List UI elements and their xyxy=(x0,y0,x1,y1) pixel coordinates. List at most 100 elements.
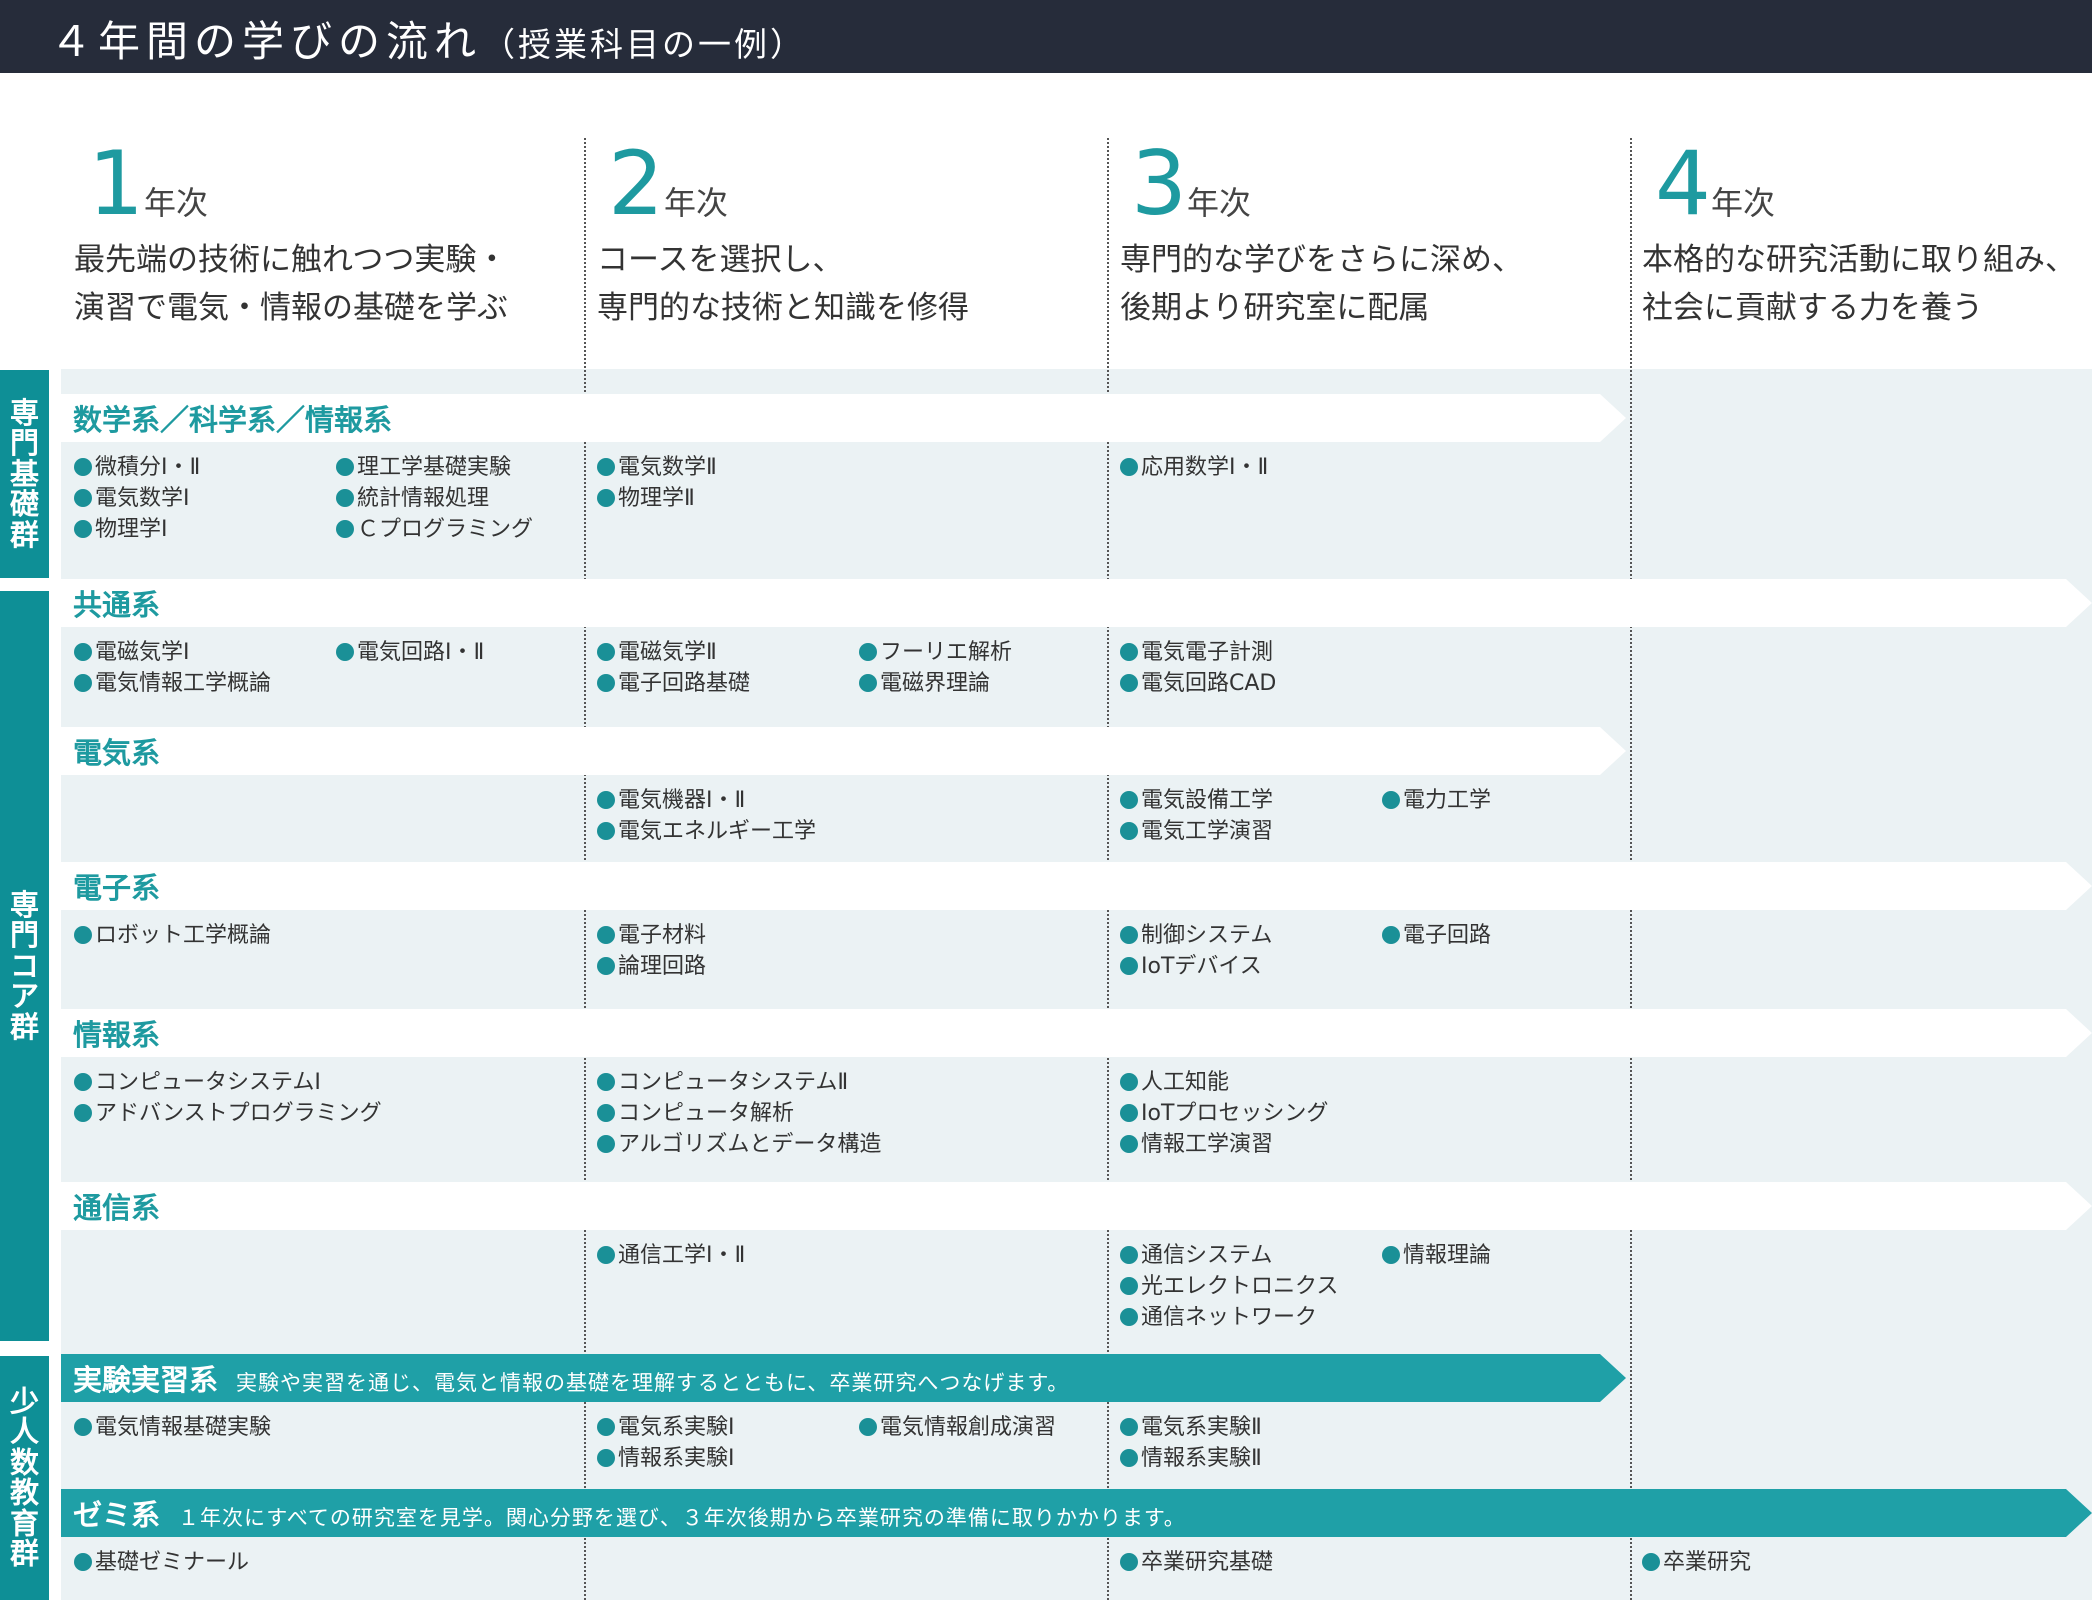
year-3-header: 3年次 xyxy=(1131,140,1251,228)
course-name: 電気数学Ⅰ xyxy=(95,486,190,511)
year-number: 1 xyxy=(88,132,144,235)
page-title-main: ４年間の学びの流れ xyxy=(50,17,483,66)
course-name: 光エレクトロニクス xyxy=(1141,1274,1339,1299)
arrow-tip-shape xyxy=(1600,727,1626,775)
bullet-dot-icon xyxy=(74,1073,92,1091)
course-item: 人工知能 xyxy=(1120,1068,1229,1098)
bullet-dot-icon xyxy=(1120,1135,1138,1153)
course-name: 卒業研究 xyxy=(1663,1550,1752,1575)
course-name: 電気エネルギー工学 xyxy=(618,819,817,844)
bullet-dot-icon xyxy=(336,520,354,538)
category-label: 通信系 xyxy=(73,1185,160,1227)
bullet-dot-icon xyxy=(1120,791,1138,809)
course-item: 統計情報処理 xyxy=(336,484,489,514)
bullet-dot-icon xyxy=(597,1449,615,1467)
course-name: 電子回路基礎 xyxy=(618,671,751,696)
course-panel xyxy=(61,369,2092,1600)
category-bar: 数学系／科学系／情報系 xyxy=(61,394,1626,442)
group-label-basic: 専門基礎群 xyxy=(0,370,49,578)
course-item: 情報系実験Ⅱ xyxy=(1120,1444,1262,1474)
course-item: 電磁気学Ⅰ xyxy=(74,638,190,668)
bullet-dot-icon xyxy=(597,489,615,507)
group-label-char: 門 xyxy=(9,918,39,953)
bullet-dot-icon xyxy=(1120,822,1138,840)
bullet-dot-icon xyxy=(597,926,615,944)
category-label: 情報系 xyxy=(73,1012,160,1054)
year-3-description: 専門的な学びをさらに深め、 後期より研究室に配属 xyxy=(1120,236,1523,332)
course-name: 電気系実験Ⅰ xyxy=(618,1415,735,1440)
group-label-text: 専門基礎群 xyxy=(0,397,49,550)
category-label: ゼミ系 １年次にすべての研究室を見学。関心分野を選び、３年次後期から卒業研究の準備… xyxy=(73,1492,1186,1534)
course-name: 微積分Ⅰ・Ⅱ xyxy=(95,455,201,480)
course-item: 電子材料 xyxy=(597,921,706,951)
bullet-dot-icon xyxy=(597,458,615,476)
group-label-char: 群 xyxy=(9,1536,39,1571)
category-arrow-tip xyxy=(1600,394,1626,442)
course-item: 微積分Ⅰ・Ⅱ xyxy=(74,453,200,483)
group-label-char: 教 xyxy=(9,1476,39,1510)
bullet-dot-icon xyxy=(1382,926,1400,944)
course-name: 電気電子計測 xyxy=(1141,640,1274,665)
bullet-dot-icon xyxy=(1120,1553,1138,1571)
course-name: 電子回路 xyxy=(1403,923,1492,948)
course-item: 電気数学Ⅰ xyxy=(74,484,190,514)
bullet-dot-icon xyxy=(74,458,92,476)
category-arrow-tip xyxy=(2066,1009,2092,1057)
category-title: 共通系 xyxy=(73,588,161,622)
year-1-header: 1年次 xyxy=(88,140,208,228)
year-desc-line: コースを選択し、 xyxy=(597,242,844,278)
course-item: 光エレクトロニクス xyxy=(1120,1272,1338,1302)
year-2-header: 2年次 xyxy=(608,140,728,228)
bullet-dot-icon xyxy=(859,1418,877,1436)
course-item: 電気設備工学 xyxy=(1120,786,1273,816)
course-name: 情報系実験Ⅰ xyxy=(618,1446,735,1471)
category-description: １年次にすべての研究室を見学。関心分野を選び、３年次後期から卒業研究の準備に取り… xyxy=(178,1506,1186,1530)
group-label-char: 礎 xyxy=(9,487,39,522)
course-name: コンピュータシステムⅡ xyxy=(618,1070,849,1095)
bullet-dot-icon xyxy=(1120,1246,1138,1264)
bullet-dot-icon xyxy=(859,643,877,661)
category-arrow-tip xyxy=(1600,727,1626,775)
bullet-dot-icon xyxy=(1120,957,1138,975)
course-item: 電磁気学Ⅱ xyxy=(597,638,717,668)
course-item: 電力工学 xyxy=(1382,786,1491,816)
group-label-char: 門 xyxy=(9,426,39,461)
bullet-dot-icon xyxy=(1120,1308,1138,1326)
course-name: IoTデバイス xyxy=(1141,954,1262,979)
course-item: 理工学基礎実験 xyxy=(336,453,511,483)
course-item: 電気機器Ⅰ・Ⅱ xyxy=(597,786,745,816)
course-item: 電気回路Ⅰ・Ⅱ xyxy=(336,638,484,668)
course-item: 制御システム xyxy=(1120,921,1272,951)
category-label: 共通系 xyxy=(73,582,160,624)
category-label: 実験実習系 実験や実習を通じ、電気と情報の基礎を理解するとともに、卒業研究へつなげ… xyxy=(73,1357,1069,1399)
course-item: コンピュータシステムⅡ xyxy=(597,1068,848,1098)
category-title: 実験実習系 xyxy=(73,1363,219,1397)
course-name: 物理学Ⅰ xyxy=(95,517,168,542)
course-name: 通信ネットワーク xyxy=(1141,1305,1318,1330)
year-4-description: 本格的な研究活動に取り組み、 社会に貢献する力を養う xyxy=(1642,236,2076,332)
bullet-dot-icon xyxy=(597,674,615,692)
group-label-char: ア xyxy=(9,979,39,1014)
arrow-tip-shape xyxy=(2066,1182,2092,1230)
course-name: 電力工学 xyxy=(1403,788,1492,813)
course-name: 統計情報処理 xyxy=(357,486,490,511)
year-suffix: 年次 xyxy=(1711,184,1776,222)
course-item: 電気情報工学概論 xyxy=(74,669,271,699)
course-name: 情報工学演習 xyxy=(1141,1132,1274,1157)
category-title: 情報系 xyxy=(73,1018,161,1052)
course-item: 情報理論 xyxy=(1382,1241,1491,1271)
category-arrow-tip xyxy=(2066,1182,2092,1230)
course-name: アドバンストプログラミング xyxy=(95,1101,382,1126)
course-name: 電気回路CAD xyxy=(1141,671,1277,696)
bullet-dot-icon xyxy=(74,643,92,661)
year-desc-line: 専門的な技術と知識を修得 xyxy=(597,290,969,326)
course-item: 電気回路CAD xyxy=(1120,669,1276,699)
course-name: 理工学基礎実験 xyxy=(357,455,512,480)
bullet-dot-icon xyxy=(1120,674,1138,692)
course-item: 通信ネットワーク xyxy=(1120,1303,1317,1333)
course-item: ロボット工学概論 xyxy=(74,921,271,951)
course-name: 電気数学Ⅱ xyxy=(618,455,717,480)
bullet-dot-icon xyxy=(597,791,615,809)
category-bar: 通信系 xyxy=(61,1182,2092,1230)
group-label-char: 数 xyxy=(9,1445,39,1480)
